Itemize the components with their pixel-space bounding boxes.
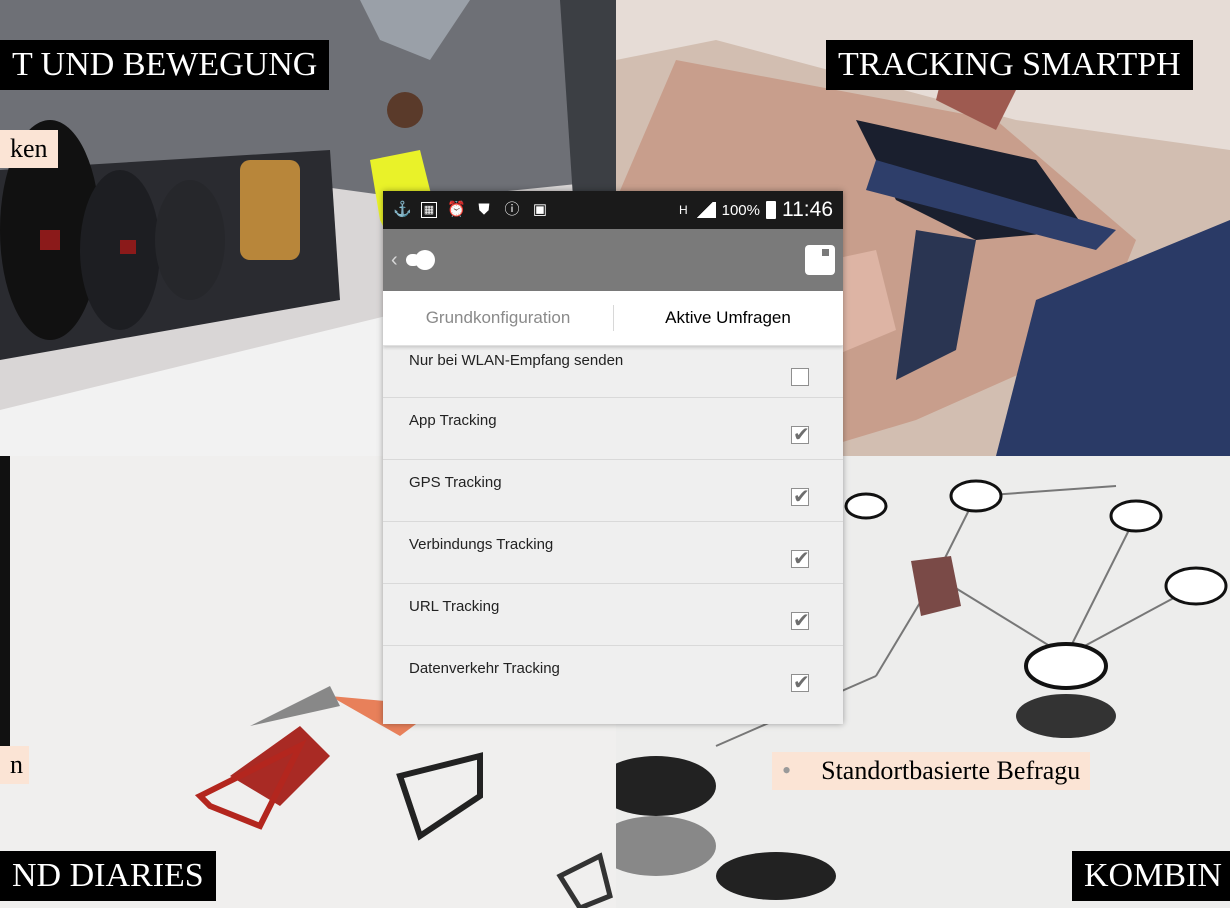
title-movement: T UND BEWEGUNG bbox=[0, 40, 330, 90]
alarm-icon: ⏰ bbox=[447, 201, 466, 218]
setting-row-gps-tracking[interactable]: GPS Tracking bbox=[383, 460, 843, 522]
app-tracking-checkbox[interactable] bbox=[791, 422, 810, 447]
signal-icon bbox=[693, 202, 716, 218]
setting-label: GPS Tracking bbox=[409, 474, 502, 491]
setting-label: App Tracking bbox=[409, 412, 497, 429]
note-location-survey: • Standortbasierte Befragu bbox=[772, 752, 1091, 790]
title-tracking-smartphone: TRACKING SMARTPH bbox=[826, 40, 1193, 90]
network-type: H bbox=[678, 203, 688, 217]
app-bar: ‹ bbox=[383, 229, 843, 291]
setting-row-wlan[interactable]: Nur bei WLAN-Empfang senden bbox=[383, 346, 843, 398]
setting-label: Nur bei WLAN-Empfang senden bbox=[409, 352, 624, 369]
status-bar: ⚓ ▦ ⏰ ⛊ ⓘ ▣ H 100% 11:46 bbox=[383, 191, 843, 229]
image-icon: ▣ bbox=[532, 201, 548, 218]
phone-settings-screen: ⚓ ▦ ⏰ ⛊ ⓘ ▣ H 100% 11:46 ‹ Grundkonfigur… bbox=[383, 191, 843, 724]
tab-grundkonfiguration[interactable]: Grundkonfiguration bbox=[383, 308, 613, 328]
settings-list: Nur bei WLAN-Empfang senden App Tracking… bbox=[383, 346, 843, 708]
setting-row-traffic-tracking[interactable]: Datenverkehr Tracking bbox=[383, 646, 843, 708]
note-bottom-left: n bbox=[0, 746, 29, 784]
setting-label: URL Tracking bbox=[409, 598, 500, 615]
battery-icon bbox=[766, 201, 776, 219]
setting-label: Verbindungs Tracking bbox=[409, 536, 554, 553]
setting-row-connection-tracking[interactable]: Verbindungs Tracking bbox=[383, 522, 843, 584]
save-icon[interactable] bbox=[805, 245, 835, 275]
title-diaries: ND DIARIES bbox=[0, 851, 216, 901]
battery-percent: 100% bbox=[721, 201, 760, 219]
title-combination: KOMBIN bbox=[1072, 851, 1230, 901]
tab-bar: Grundkonfiguration Aktive Umfragen bbox=[383, 291, 843, 346]
traffic-tracking-checkbox[interactable] bbox=[791, 670, 810, 695]
clock: 11:46 bbox=[782, 198, 833, 221]
info-icon: ⓘ bbox=[504, 201, 520, 218]
url-tracking-checkbox[interactable] bbox=[791, 608, 810, 633]
note-top-left: ken bbox=[0, 130, 58, 168]
sd-card-icon: ▦ bbox=[421, 202, 437, 218]
setting-row-app-tracking[interactable]: App Tracking bbox=[383, 398, 843, 460]
usb-icon: ⚓ bbox=[393, 201, 412, 218]
bullet-icon: • bbox=[782, 756, 792, 785]
gps-tracking-checkbox[interactable] bbox=[791, 484, 810, 509]
setting-label: Datenverkehr Tracking bbox=[409, 660, 560, 677]
tab-divider bbox=[613, 305, 614, 331]
tab-aktive-umfragen[interactable]: Aktive Umfragen bbox=[613, 308, 843, 328]
app-logo-icon bbox=[405, 250, 436, 270]
connection-tracking-checkbox[interactable] bbox=[791, 546, 810, 571]
shield-icon: ⛊ bbox=[478, 201, 490, 218]
setting-row-url-tracking[interactable]: URL Tracking bbox=[383, 584, 843, 646]
note-location-survey-text: Standortbasierte Befragu bbox=[821, 756, 1081, 785]
wlan-only-checkbox[interactable] bbox=[791, 368, 809, 386]
back-chevron-icon[interactable]: ‹ bbox=[391, 249, 398, 272]
